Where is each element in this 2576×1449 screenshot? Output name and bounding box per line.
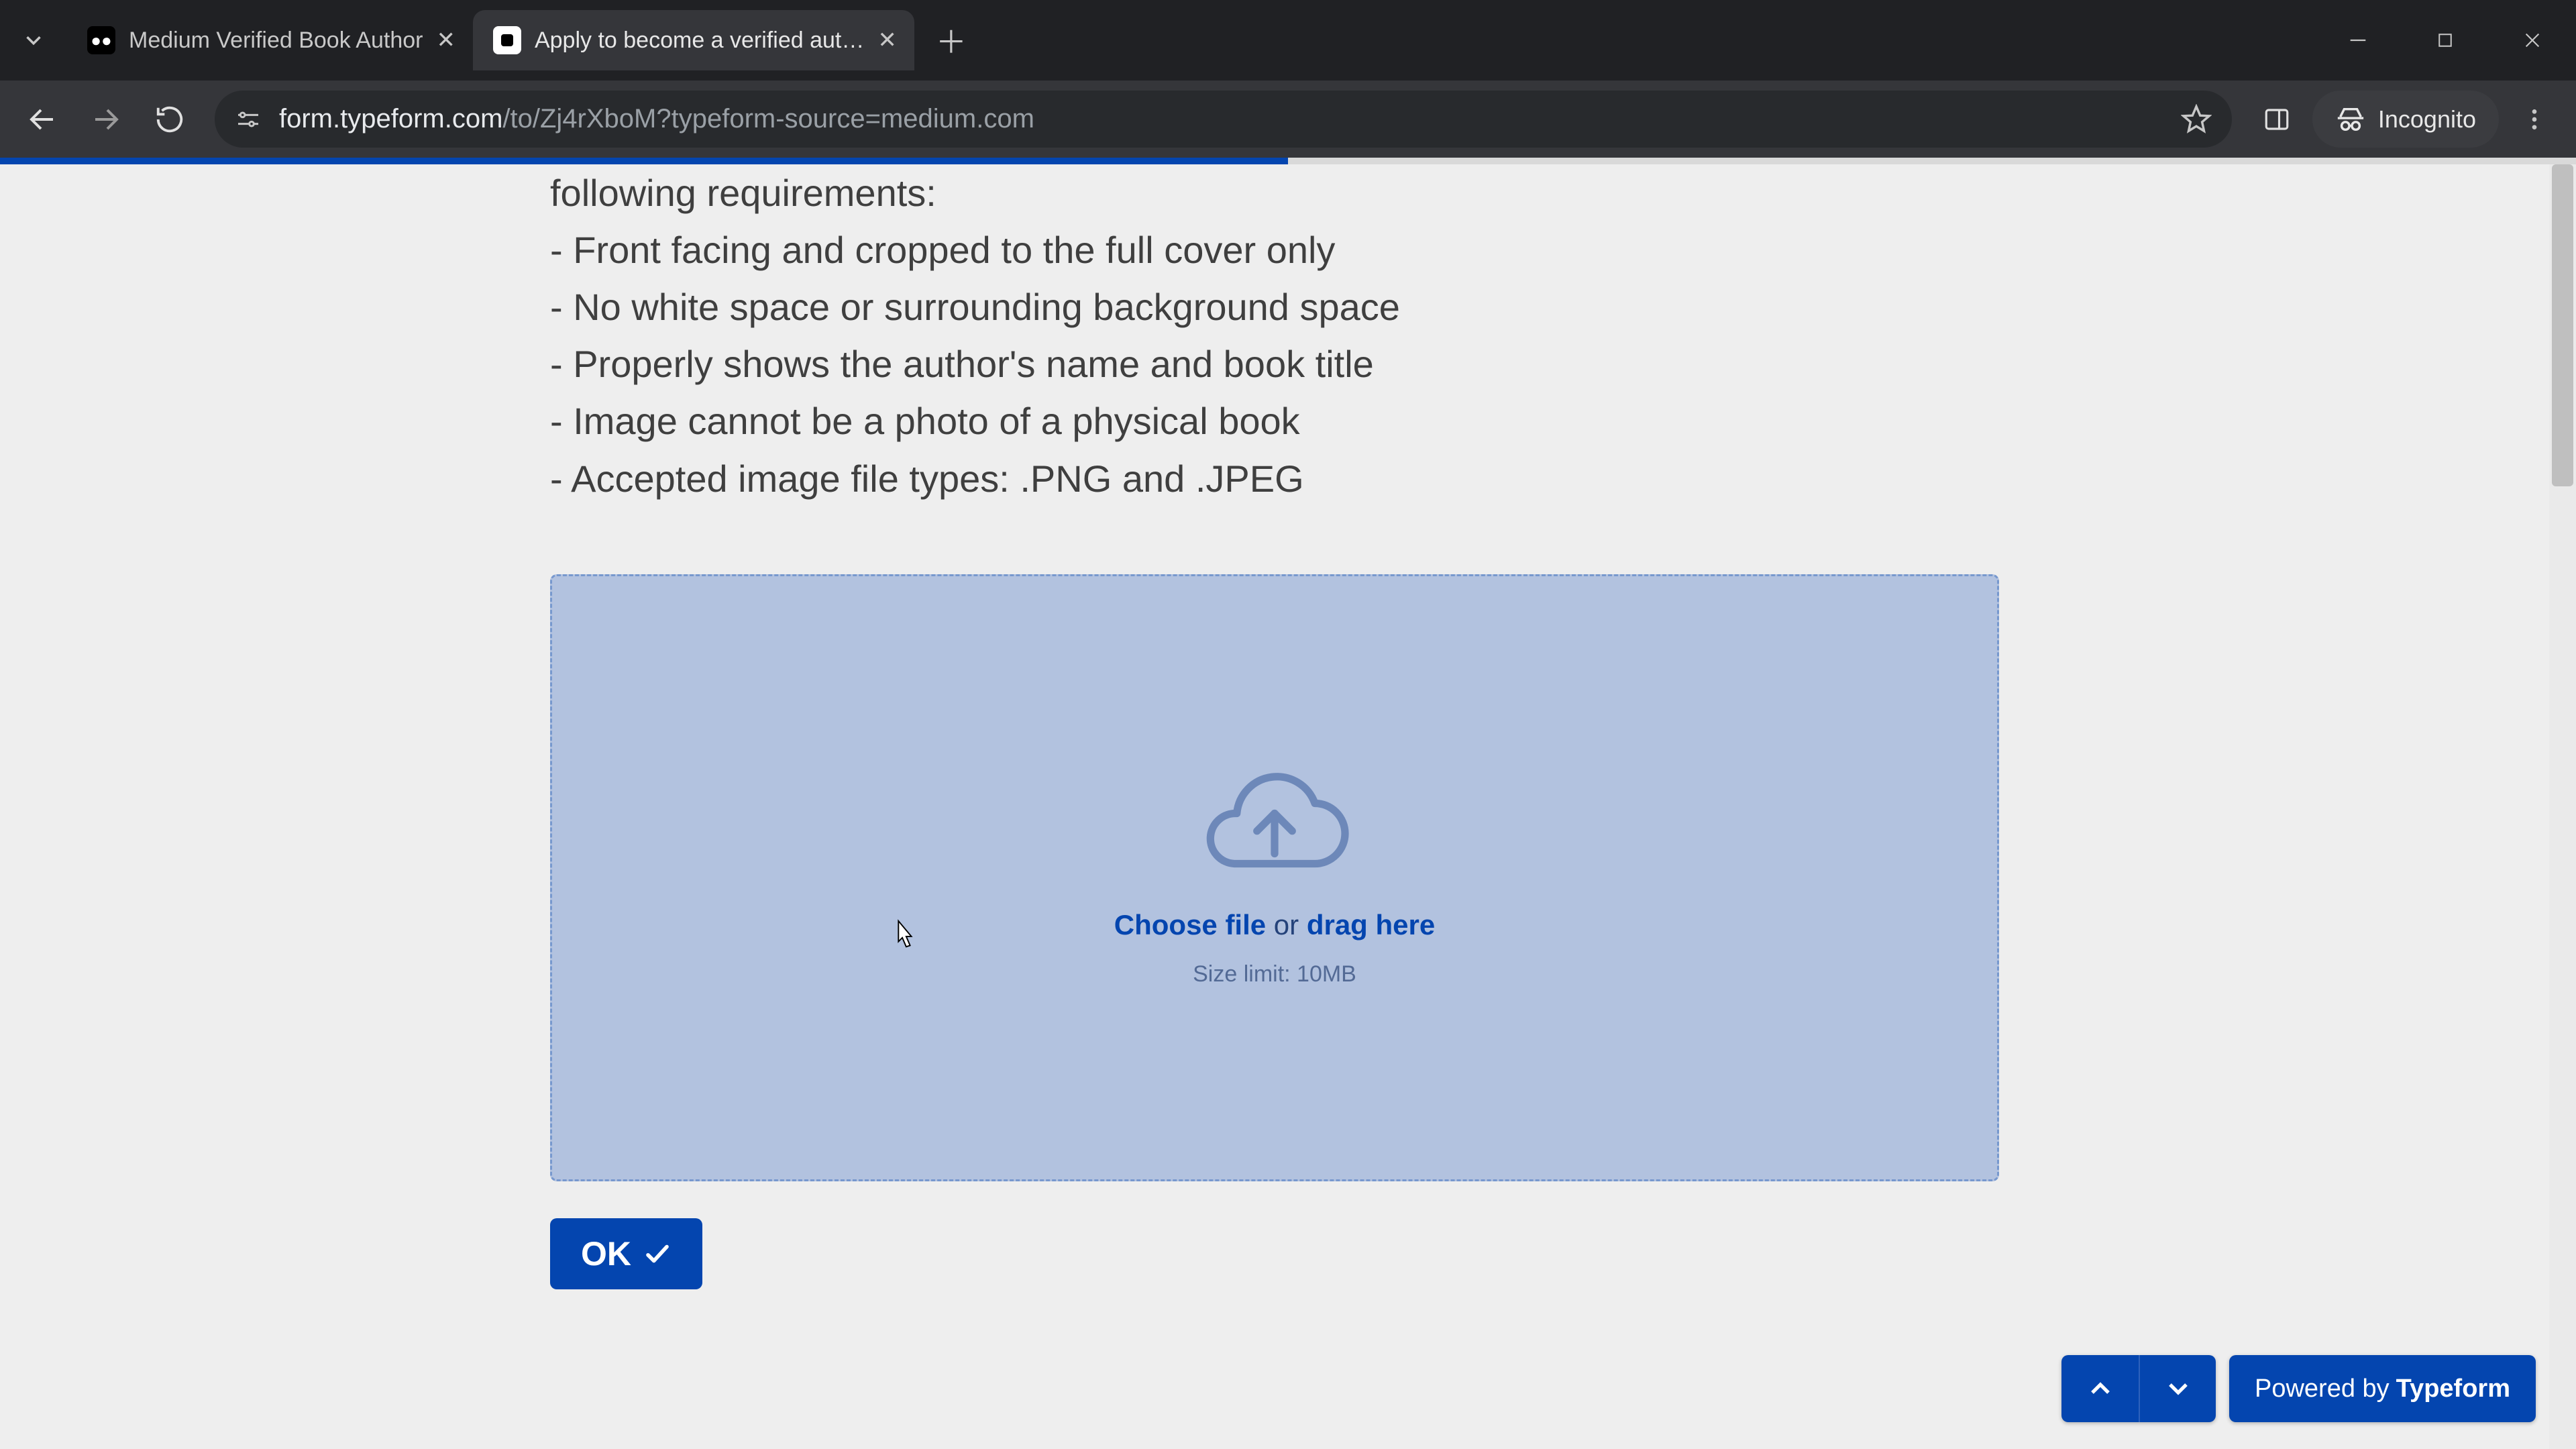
powered-brand: Typeform — [2396, 1375, 2510, 1403]
nav-arrow-group — [2061, 1355, 2216, 1422]
mouse-cursor-icon — [890, 918, 917, 952]
close-window-button[interactable] — [2489, 7, 2576, 74]
close-icon[interactable]: ✕ — [877, 27, 897, 54]
powered-prefix: Powered by — [2255, 1375, 2390, 1403]
new-tab-button[interactable]: ＋ — [928, 17, 975, 64]
drag-here-text: drag here — [1307, 909, 1435, 941]
check-icon — [643, 1240, 672, 1268]
tab-title: Apply to become a verified aut… — [535, 28, 864, 54]
prev-question-button[interactable] — [2061, 1355, 2139, 1422]
ok-button[interactable]: OK — [550, 1218, 702, 1289]
requirements-intro: following requirements: — [550, 164, 1999, 221]
kebab-menu-icon — [2521, 106, 2548, 133]
incognito-icon — [2335, 104, 2366, 135]
form-footer-nav: Powered by Typeform — [2061, 1355, 2536, 1422]
browser-toolbar: form.typeform.com/to/Zj4rXboM?typeform-s… — [0, 80, 2576, 158]
form-content: following requirements: - Front facing a… — [550, 164, 1999, 1289]
choose-file-text: Choose file — [1114, 909, 1266, 941]
page-scrollbar[interactable] — [2549, 164, 2576, 1449]
requirement-line: - Properly shows the author's name and b… — [550, 335, 1999, 392]
bookmark-star-icon[interactable] — [2181, 104, 2212, 135]
back-button[interactable] — [13, 91, 70, 148]
cloud-upload-icon — [1194, 768, 1355, 889]
ok-label: OK — [581, 1234, 631, 1273]
powered-by-typeform-link[interactable]: Powered by Typeform — [2229, 1355, 2536, 1422]
size-limit-text: Size limit: 10MB — [1193, 961, 1356, 987]
address-bar[interactable]: form.typeform.com/to/Zj4rXboM?typeform-s… — [215, 91, 2232, 148]
tab-medium-verified[interactable]: ●● Medium Verified Book Author ✕ — [67, 10, 473, 70]
chevron-up-icon — [2084, 1373, 2116, 1405]
site-settings-icon[interactable] — [235, 106, 262, 133]
page-viewport: following requirements: - Front facing a… — [0, 158, 2576, 1449]
medium-favicon: ●● — [87, 26, 115, 54]
browser-menu-button[interactable] — [2506, 91, 2563, 148]
window-controls — [2314, 0, 2576, 80]
side-panel-button[interactable] — [2249, 91, 2306, 148]
requirement-line: - Image cannot be a photo of a physical … — [550, 392, 1999, 449]
incognito-label: Incognito — [2378, 105, 2476, 133]
next-question-button[interactable] — [2139, 1355, 2216, 1422]
scrollbar-thumb[interactable] — [2552, 164, 2573, 486]
side-panel-icon — [2263, 105, 2291, 133]
requirements-text: following requirements: - Front facing a… — [550, 164, 1999, 507]
typeform-favicon — [493, 26, 521, 54]
minimize-icon — [2347, 29, 2369, 52]
form-progress-fill — [0, 158, 1288, 164]
chevron-down-icon — [2162, 1373, 2194, 1405]
close-icon[interactable]: ✕ — [436, 27, 455, 54]
or-text: or — [1266, 909, 1307, 941]
tab-title: Medium Verified Book Author — [129, 28, 423, 54]
arrow-right-icon — [90, 103, 122, 136]
reload-icon — [154, 104, 185, 135]
maximize-icon — [2435, 30, 2455, 50]
form-progress-track — [0, 158, 2576, 164]
tab-search-dropdown[interactable] — [0, 7, 67, 74]
chevron-down-icon — [21, 28, 46, 53]
requirement-line: - No white space or surrounding backgrou… — [550, 278, 1999, 335]
maximize-button[interactable] — [2402, 7, 2489, 74]
minimize-button[interactable] — [2314, 7, 2402, 74]
tab-typeform-apply[interactable]: Apply to become a verified aut… ✕ — [473, 10, 914, 70]
incognito-indicator[interactable]: Incognito — [2312, 91, 2499, 148]
dropzone-instruction: Choose file or drag here — [1114, 909, 1435, 941]
arrow-left-icon — [26, 103, 58, 136]
close-icon — [2522, 30, 2543, 51]
reload-button[interactable] — [141, 91, 198, 148]
url-text: form.typeform.com/to/Zj4rXboM?typeform-s… — [279, 104, 1034, 134]
requirement-line: - Front facing and cropped to the full c… — [550, 221, 1999, 278]
requirement-line: - Accepted image file types: .PNG and .J… — [550, 450, 1999, 507]
forward-button[interactable] — [77, 91, 134, 148]
file-upload-dropzone[interactable]: Choose file or drag here Size limit: 10M… — [550, 574, 1999, 1181]
browser-titlebar: ●● Medium Verified Book Author ✕ Apply t… — [0, 0, 2576, 80]
